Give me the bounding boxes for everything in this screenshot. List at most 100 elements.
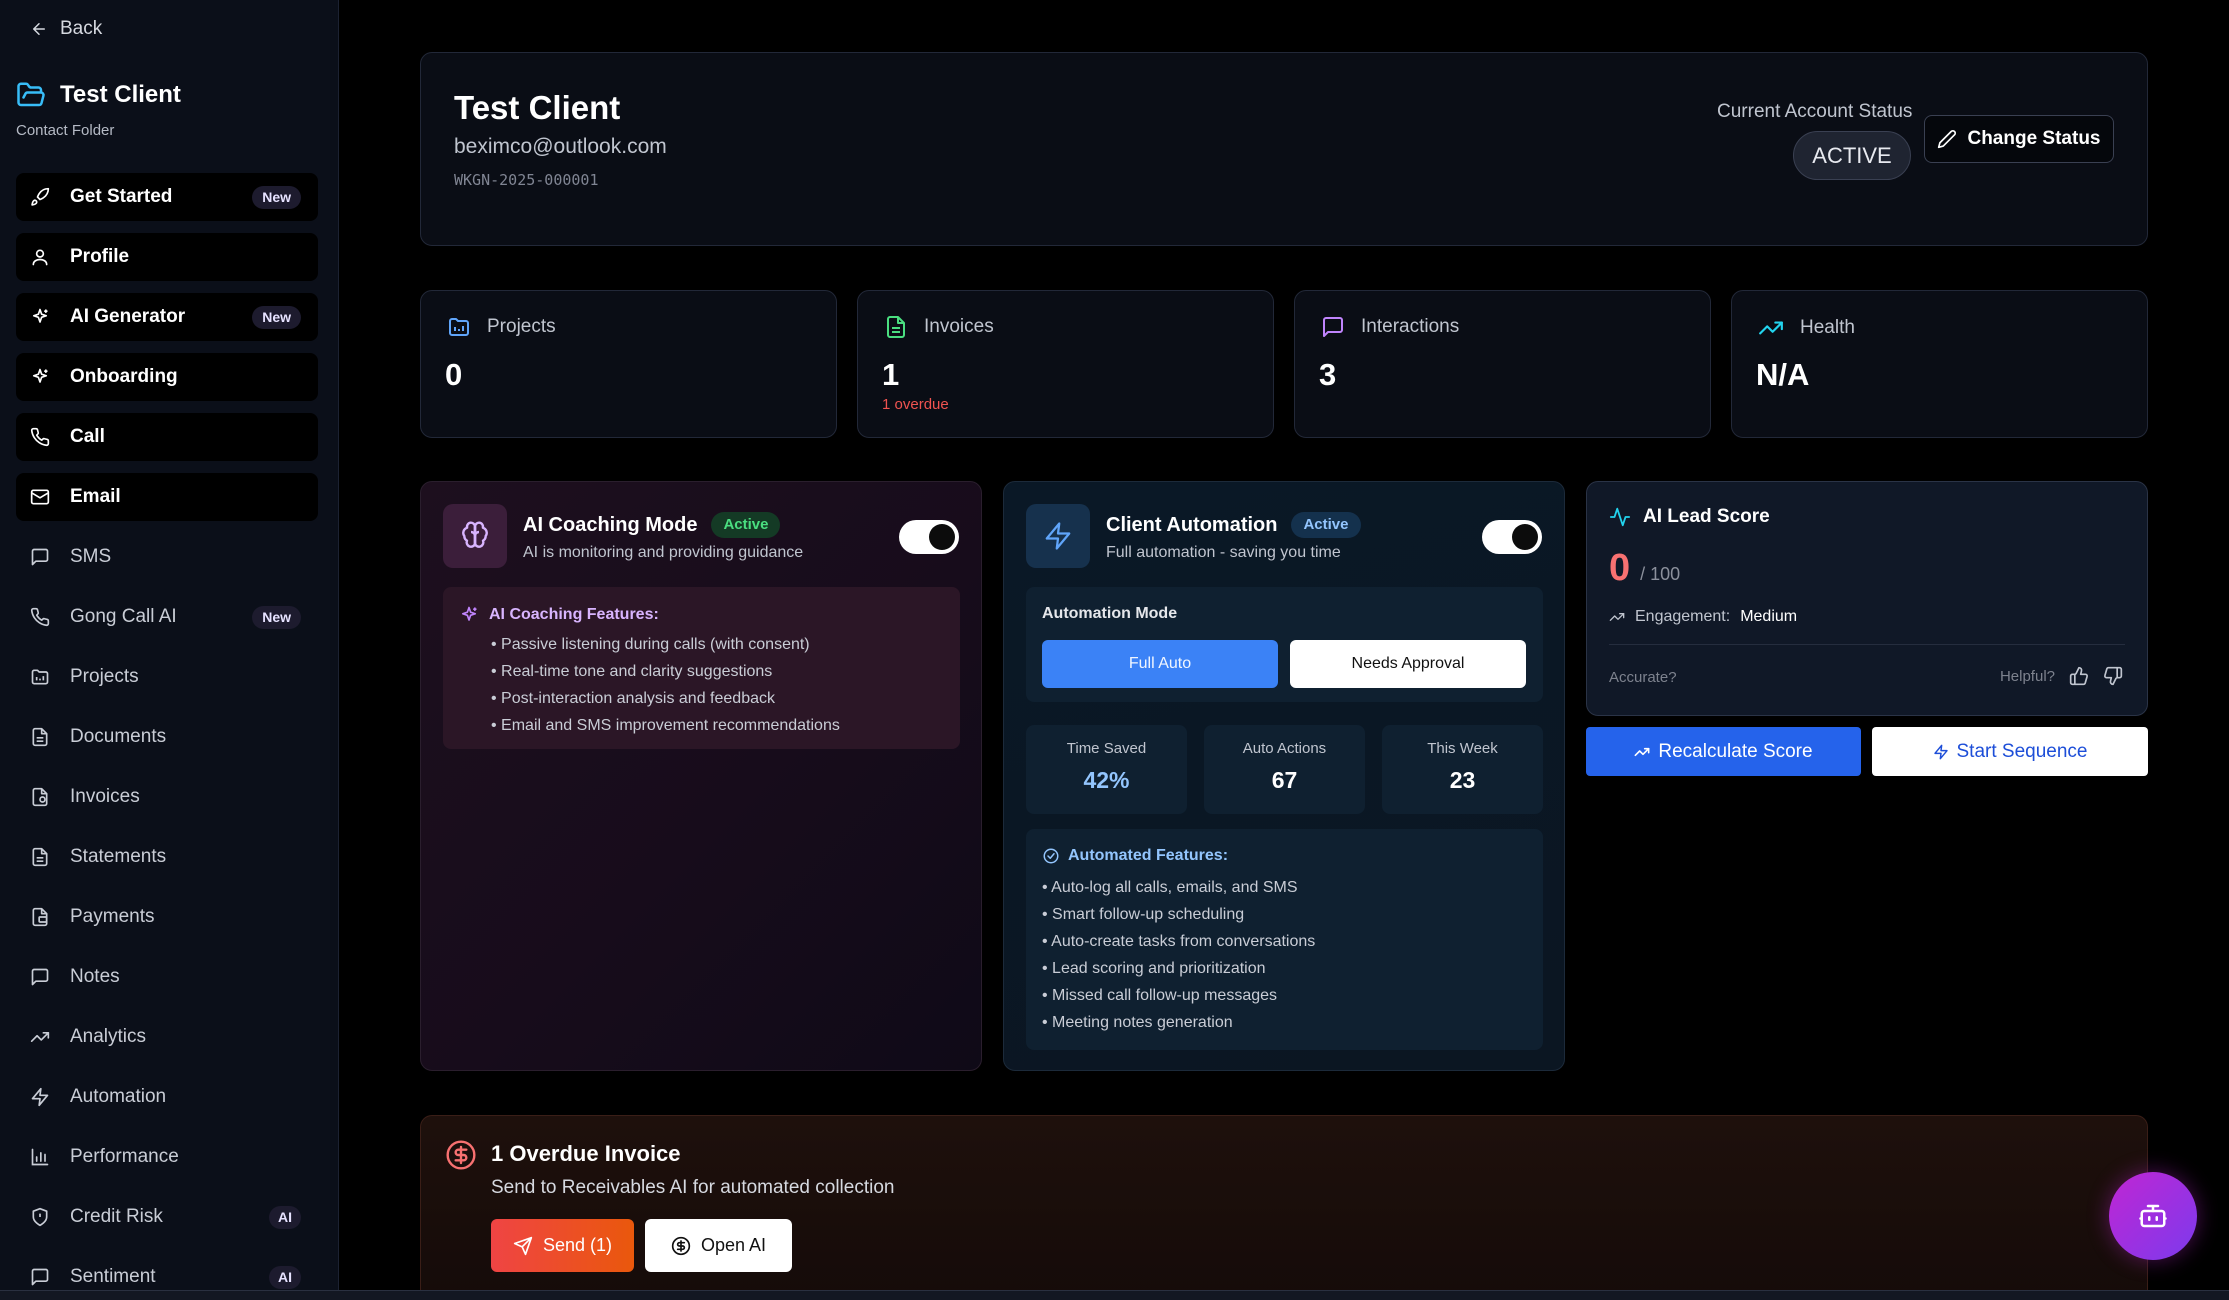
mode-label: Automation Mode [1042, 605, 1178, 622]
overdue-note: 1 overdue [882, 396, 949, 413]
start-sequence-label: Start Sequence [1956, 740, 2088, 762]
bar-chart-icon [30, 1147, 50, 1167]
sidebar-item-notes[interactable]: Notes [16, 953, 318, 1001]
recalculate-label: Recalculate Score [1658, 740, 1813, 762]
phone-icon [30, 607, 50, 627]
overdue-title: 1 Overdue Invoice [491, 1141, 681, 1166]
active-pill: Active [1291, 512, 1361, 538]
panel-subtitle: Full automation - saving you time [1106, 544, 1341, 561]
divider [1609, 644, 2125, 645]
sidebar-item-onboarding[interactable]: Onboarding [16, 353, 318, 401]
rocket-icon [30, 187, 50, 207]
send-label: Send (1) [542, 1235, 613, 1255]
send-button[interactable]: Send (1) [491, 1219, 634, 1272]
start-sequence-button[interactable]: Start Sequence [1872, 727, 2148, 776]
bottom-scrollbar[interactable] [0, 1290, 2229, 1300]
stat-card-interactions[interactable]: Interactions 3 [1294, 290, 1711, 438]
metric-this-week: This Week 23 [1382, 725, 1543, 814]
change-status-button[interactable]: Change Status [1924, 115, 2114, 163]
new-badge: New [252, 306, 301, 329]
metric-auto-actions: Auto Actions 67 [1204, 725, 1365, 814]
stat-card-health[interactable]: Health N/A [1731, 290, 2148, 438]
feature-item: • Post-interaction analysis and feedback [491, 690, 775, 707]
sidebar-item-call[interactable]: Call [16, 413, 318, 461]
sparkles-icon [30, 367, 50, 387]
change-status-label: Change Status [1967, 128, 2101, 149]
recalculate-score-button[interactable]: Recalculate Score [1586, 727, 1861, 776]
bolt-icon [30, 1087, 50, 1107]
document-icon [884, 315, 908, 339]
automated-features: Automated Features: • Auto-log all calls… [1026, 829, 1543, 1050]
accurate-label: Accurate? [1609, 669, 1677, 686]
sidebar-item-email[interactable]: Email [16, 473, 318, 521]
full-auto-button[interactable]: Full Auto [1042, 640, 1278, 688]
message-icon [30, 547, 50, 567]
sidebar-item-statements[interactable]: Statements [16, 833, 318, 881]
trend-up-icon [1609, 609, 1625, 625]
feature-item: • Real-time tone and clarity suggestions [491, 663, 773, 680]
sidebar-item-label: Documents [70, 726, 167, 747]
coaching-toggle[interactable] [899, 520, 959, 554]
sidebar-item-performance[interactable]: Performance [16, 1133, 318, 1181]
bolt-icon [1933, 744, 1949, 760]
page-title: Test Client [454, 89, 621, 126]
ai-assistant-button[interactable] [2109, 1172, 2197, 1260]
overdue-invoice-banner: 1 Overdue Invoice Send to Receivables AI… [420, 1115, 2148, 1300]
pencil-icon [1937, 129, 1957, 149]
sidebar-item-label: Call [70, 426, 105, 447]
sidebar-item-projects[interactable]: Projects [16, 653, 318, 701]
sidebar-item-ai-generator[interactable]: AI Generator New [16, 293, 318, 341]
feature-item: • Meeting notes generation [1042, 1014, 1233, 1031]
sidebar-item-sms[interactable]: SMS [16, 533, 318, 581]
sidebar-item-credit-risk[interactable]: Credit Risk AI [16, 1193, 318, 1241]
active-pill: Active [711, 512, 781, 538]
lead-score-max: / 100 [1640, 564, 1681, 584]
sidebar-item-label: Notes [70, 966, 120, 987]
metric-label: Auto Actions [1242, 740, 1327, 757]
sidebar-item-payments[interactable]: Payments [16, 893, 318, 941]
stat-card-projects[interactable]: Projects 0 [420, 290, 837, 438]
metric-time-saved: Time Saved 42% [1026, 725, 1187, 814]
dollar-circle-icon [445, 1139, 477, 1171]
sparkles-icon [459, 605, 479, 625]
sidebar-item-analytics[interactable]: Analytics [16, 1013, 318, 1061]
sidebar-item-automation[interactable]: Automation [16, 1073, 318, 1121]
folder-open-icon [16, 80, 46, 110]
message-icon [30, 1267, 50, 1287]
feature-item: • Email and SMS improvement recommendati… [491, 717, 840, 734]
send-icon [513, 1236, 533, 1256]
message-icon [1321, 315, 1345, 339]
stat-card-invoices[interactable]: Invoices 1 1 overdue [857, 290, 1274, 438]
feature-item: • Auto-log all calls, emails, and SMS [1042, 879, 1298, 896]
helpful-label: Helpful? [1999, 667, 2055, 685]
sidebar-item-invoices[interactable]: Invoices [16, 773, 318, 821]
sidebar-item-profile[interactable]: Profile [16, 233, 318, 281]
feature-item: • Auto-create tasks from conversations [1042, 933, 1316, 950]
stat-value: N/A [1756, 357, 1810, 392]
ai-badge: AI [269, 1206, 301, 1229]
app-root: Back Test Client Contact Folder Get Star… [0, 0, 2229, 1300]
back-button[interactable]: Back [30, 18, 102, 40]
sidebar-item-documents[interactable]: Documents [16, 713, 318, 761]
open-ai-label: Open AI [700, 1235, 767, 1255]
engagement-label: Engagement: [1635, 608, 1731, 625]
engagement-value: Medium [1740, 608, 1798, 625]
automation-toggle[interactable] [1482, 520, 1542, 554]
thumbs-down-icon[interactable] [2103, 666, 2123, 686]
open-ai-button[interactable]: Open AI [645, 1219, 792, 1272]
sidebar-item-gong-call-ai[interactable]: Gong Call AI New [16, 593, 318, 641]
client-code: WKGN-2025-000001 [454, 171, 599, 189]
panel-title: AI Coaching Mode [523, 513, 698, 536]
sidebar-item-get-started[interactable]: Get Started New [16, 173, 318, 221]
coaching-features: AI Coaching Features: • Passive listenin… [443, 587, 960, 749]
metric-value: 23 [1449, 767, 1476, 793]
bolt-icon [1026, 504, 1090, 568]
overdue-subtitle: Send to Receivables AI for automated col… [491, 1177, 895, 1198]
thumbs-up-icon[interactable] [2069, 666, 2089, 686]
invoice-icon [30, 787, 50, 807]
needs-approval-button[interactable]: Needs Approval [1290, 640, 1526, 688]
metric-value: 42% [1083, 767, 1130, 793]
trend-up-icon [1634, 744, 1650, 760]
client-header: Test Client Contact Folder [16, 80, 181, 139]
sidebar-item-label: Email [70, 486, 121, 507]
